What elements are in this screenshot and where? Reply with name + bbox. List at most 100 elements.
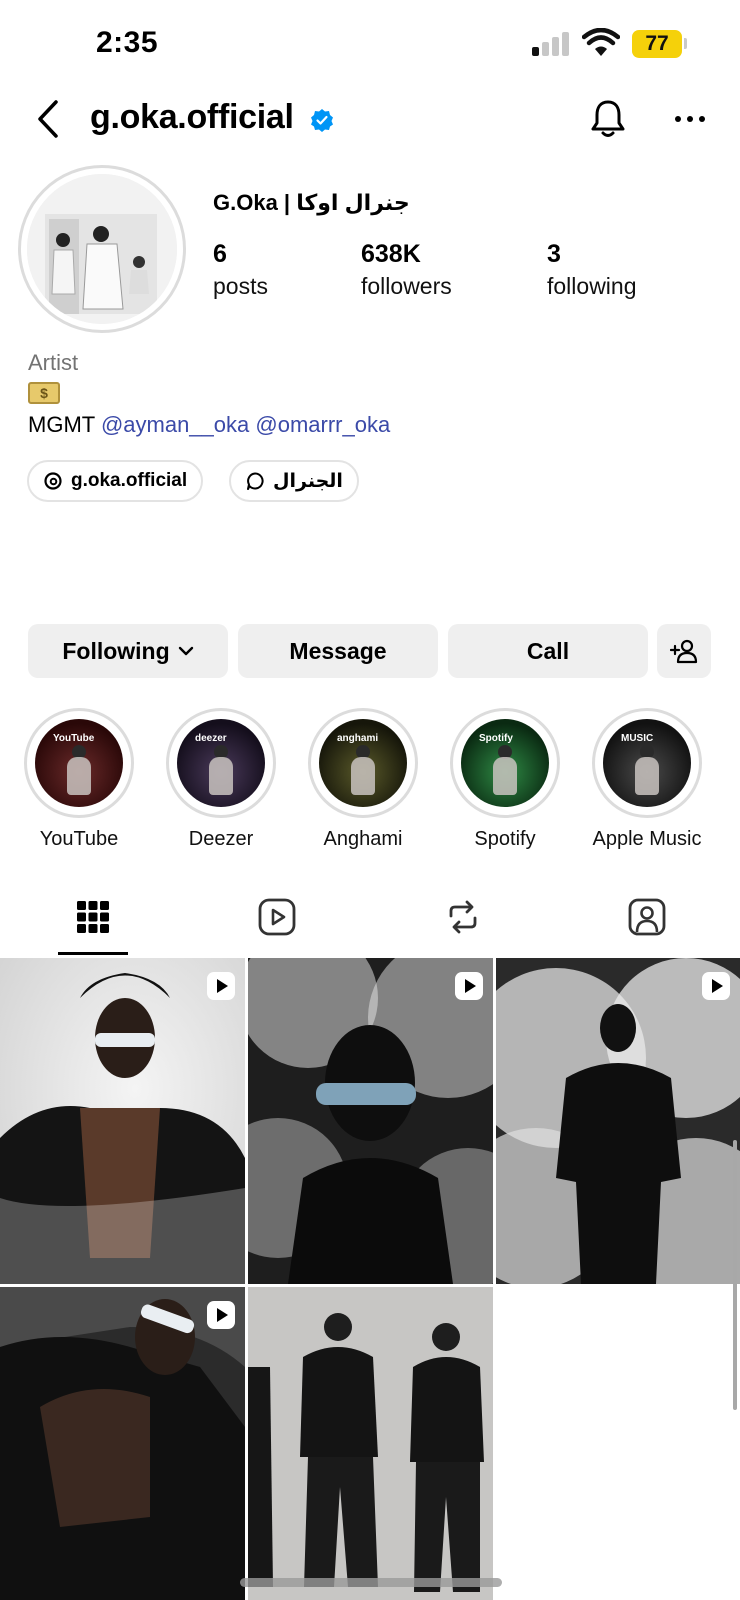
- battery-tip: [684, 38, 687, 49]
- post-thumbnail[interactable]: [0, 1287, 245, 1600]
- stat-label: posts: [213, 273, 268, 299]
- grid-icon: [77, 901, 109, 933]
- highlight-brand: anghami: [337, 733, 379, 744]
- highlight-cover: YouTube: [35, 719, 123, 807]
- reel-icon: [207, 1301, 235, 1329]
- display-name: G.Oka | جنرال اوكا: [213, 190, 410, 215]
- highlight-label: YouTube: [39, 828, 119, 850]
- highlight-brand: deezer: [195, 733, 227, 744]
- highlight-deezer[interactable]: deezer Deezer: [156, 708, 286, 851]
- following-label: Following: [62, 637, 170, 664]
- messenger-link-chip[interactable]: الجنرال: [229, 460, 359, 502]
- status-time: 2:35: [96, 26, 159, 59]
- following-button[interactable]: Following: [28, 624, 228, 678]
- highlight-ring: deezer: [166, 708, 276, 818]
- tagged-icon: [628, 898, 666, 936]
- messenger-icon: [247, 472, 264, 490]
- money-emoji-icon: $: [28, 382, 60, 404]
- stat-posts[interactable]: 6 posts: [213, 240, 268, 300]
- post-image: [248, 1287, 493, 1600]
- threads-icon: [44, 472, 62, 490]
- highlight-apple-music[interactable]: MUSIC Apple Music: [582, 708, 712, 851]
- back-arrow-icon[interactable]: [34, 98, 64, 140]
- figure-body: [635, 757, 659, 795]
- stat-followers[interactable]: 638K followers: [361, 240, 452, 300]
- post-image: [496, 958, 740, 1284]
- highlight-ring: Spotify: [450, 708, 560, 818]
- post-image: [0, 1287, 245, 1600]
- post-image: [248, 958, 493, 1284]
- reel-icon: [702, 972, 730, 1000]
- highlight-ring: MUSIC: [592, 708, 702, 818]
- highlight-label: Deezer: [188, 828, 254, 850]
- profile-header-bar: g.oka.official: [0, 90, 740, 150]
- reel-icon: [207, 972, 235, 1000]
- mention-link[interactable]: @omarrr_oka: [255, 412, 390, 437]
- highlight-label: Apple Music: [592, 828, 702, 850]
- wifi-icon: [582, 28, 620, 56]
- message-button[interactable]: Message: [238, 624, 438, 678]
- stat-following[interactable]: 3 following: [547, 240, 637, 300]
- active-tab-indicator: [58, 952, 128, 955]
- stat-label: followers: [361, 273, 452, 299]
- highlight-ring: YouTube: [24, 708, 134, 818]
- mention-link[interactable]: @ayman__oka: [101, 412, 249, 437]
- suggested-users-button[interactable]: [657, 624, 711, 678]
- figure-body: [209, 757, 233, 795]
- highlight-brand: MUSIC: [621, 733, 654, 744]
- bio-category: Artist: [28, 350, 79, 375]
- highlight-cover: Spotify: [461, 719, 549, 807]
- home-indicator[interactable]: [240, 1578, 502, 1587]
- scrollbar[interactable]: [733, 1140, 737, 1410]
- bio: Artist $ MGMT @ayman__oka @omarrr_oka: [28, 350, 718, 438]
- post-thumbnail[interactable]: [0, 958, 245, 1284]
- figure-body: [493, 757, 517, 795]
- highlight-cover: deezer: [177, 719, 265, 807]
- status-bar: 2:35 77: [0, 0, 740, 90]
- highlight-label: Spotify: [474, 828, 536, 850]
- signal-icon: [532, 32, 572, 56]
- avatar-photo: [27, 174, 177, 324]
- message-label: Message: [289, 637, 387, 664]
- tab-tagged[interactable]: [617, 892, 677, 942]
- highlight-cover: anghami: [319, 719, 407, 807]
- highlight-brand: Spotify: [479, 733, 513, 744]
- stat-value: 6: [213, 240, 227, 268]
- verified-badge-icon: [311, 109, 333, 132]
- highlight-brand: YouTube: [53, 733, 95, 744]
- tab-grid[interactable]: [63, 892, 123, 942]
- highlight-youtube[interactable]: YouTube YouTube: [14, 708, 144, 851]
- stat-value: 3: [547, 240, 561, 268]
- post-thumbnail[interactable]: [496, 958, 740, 1284]
- reel-icon: [455, 972, 483, 1000]
- highlight-label: Anghami: [323, 828, 403, 850]
- call-button[interactable]: Call: [448, 624, 648, 678]
- call-label: Call: [526, 637, 570, 664]
- tab-reposts[interactable]: [433, 892, 493, 942]
- bio-mgmt-label: MGMT: [28, 412, 95, 437]
- highlight-anghami[interactable]: anghami Anghami: [298, 708, 428, 851]
- bell-icon[interactable]: [588, 98, 628, 140]
- highlight-spotify[interactable]: Spotify Spotify: [440, 708, 570, 851]
- page-title: g.oka.official: [90, 98, 294, 136]
- battery-indicator: 77: [632, 30, 682, 58]
- tab-reels[interactable]: [247, 892, 307, 942]
- reels-icon: [258, 898, 296, 936]
- avatar[interactable]: [27, 174, 177, 324]
- post-image: [0, 958, 245, 1284]
- stat-label: following: [547, 273, 637, 299]
- more-options-icon[interactable]: [674, 114, 706, 124]
- reposts-icon: [449, 900, 477, 934]
- figure-body: [351, 757, 375, 795]
- messenger-link-label: الجنرال: [273, 470, 343, 492]
- post-thumbnail[interactable]: [248, 1287, 493, 1600]
- highlight-cover: MUSIC: [603, 719, 691, 807]
- threads-link-label: g.oka.official: [71, 470, 188, 491]
- threads-link-chip[interactable]: g.oka.official: [27, 460, 204, 502]
- stat-value: 638K: [361, 240, 421, 268]
- post-thumbnail[interactable]: [248, 958, 493, 1284]
- highlight-ring: anghami: [308, 708, 418, 818]
- chevron-down-icon: [178, 646, 193, 656]
- figure-body: [67, 757, 91, 795]
- add-person-icon: [670, 639, 698, 664]
